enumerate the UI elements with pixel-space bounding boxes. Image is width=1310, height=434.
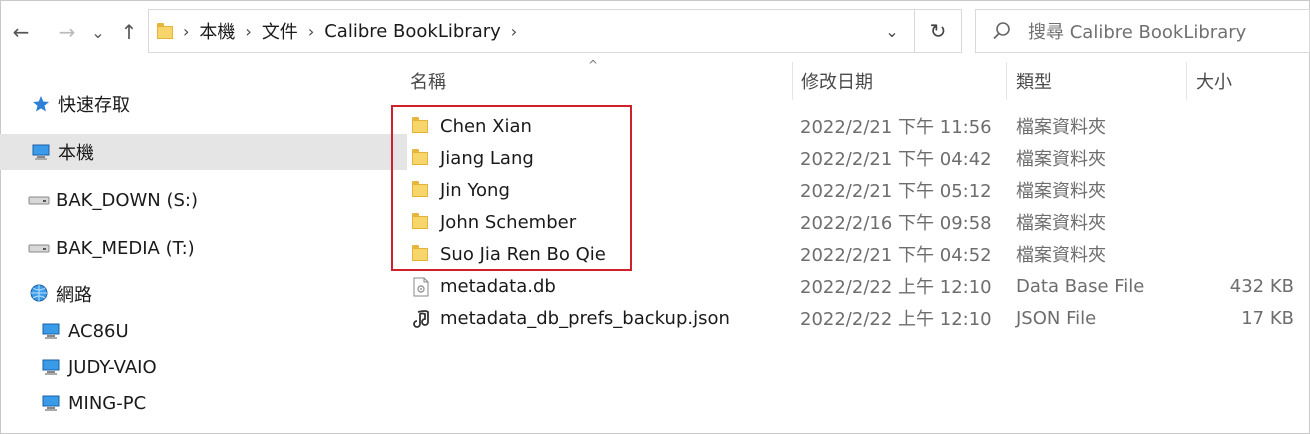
chevron-down-icon: ⌄ xyxy=(91,22,105,42)
folder-icon xyxy=(157,23,173,39)
file-row[interactable]: metadata.db 2022/2/22 上午 12:10 Data Base… xyxy=(400,270,1310,302)
sidebar-item-bak-media[interactable]: BAK_MEDIA (T:) xyxy=(0,230,405,266)
sidebar-item-judy-vaio[interactable]: JUDY-VAIO xyxy=(0,349,417,385)
column-divider[interactable] xyxy=(1186,62,1187,100)
breadcrumb-item-this-pc[interactable]: 本機 xyxy=(195,18,239,44)
column-header-size[interactable]: 大小 xyxy=(1196,62,1296,100)
file-date: 2022/2/22 上午 12:10 xyxy=(800,277,992,298)
computer-icon xyxy=(40,393,62,413)
breadcrumb-separator[interactable]: › xyxy=(239,22,257,41)
column-header-date[interactable]: 修改日期 xyxy=(801,62,1006,100)
file-name: metadata_db_prefs_backup.json xyxy=(440,307,730,329)
search-icon xyxy=(976,21,1028,41)
sidebar-item-label: BAK_MEDIA (T:) xyxy=(56,237,195,259)
computer-icon xyxy=(40,321,62,341)
breadcrumb-separator[interactable]: › xyxy=(505,22,523,41)
file-type: 檔案資料夾 xyxy=(1016,213,1106,234)
column-header-label: 名稱 xyxy=(410,72,446,93)
forward-button[interactable]: → xyxy=(52,14,82,50)
file-type: 檔案資料夾 xyxy=(1016,117,1106,138)
refresh-icon: ↻ xyxy=(929,19,947,43)
file-type: 檔案資料夾 xyxy=(1016,245,1106,266)
file-date: 2022/2/21 下午 05:12 xyxy=(800,181,992,202)
sidebar-item-quick-access[interactable]: 快速存取 xyxy=(0,86,407,122)
sidebar-item-label: JUDY-VAIO xyxy=(68,356,157,378)
breadcrumb-item-calibre-library[interactable]: Calibre BookLibrary xyxy=(320,21,505,42)
sidebar-item-network[interactable]: 網路 xyxy=(0,276,405,312)
file-date: 2022/2/21 下午 04:52 xyxy=(800,245,992,266)
file-size: 432 KB xyxy=(1229,275,1294,297)
address-dropdown-button[interactable]: ⌄ xyxy=(870,10,914,52)
back-arrow-icon: ← xyxy=(12,20,30,44)
file-row[interactable]: metadata_db_prefs_backup.json 2022/2/22 … xyxy=(400,302,1310,334)
file-name: metadata.db xyxy=(440,275,556,297)
network-icon xyxy=(28,284,50,304)
file-date: 2022/2/21 下午 11:56 xyxy=(800,117,992,138)
column-header-type[interactable]: 類型 xyxy=(1016,62,1186,100)
refresh-button[interactable]: ↻ xyxy=(914,10,961,52)
file-type: 檔案資料夾 xyxy=(1016,181,1106,202)
breadcrumb-item-documents[interactable]: 文件 xyxy=(258,18,302,44)
file-date: 2022/2/22 上午 12:10 xyxy=(800,309,992,330)
search-box[interactable]: 搜尋 Calibre BookLibrary xyxy=(975,9,1310,53)
database-file-icon xyxy=(412,277,432,297)
up-button[interactable]: ↑ xyxy=(114,14,144,50)
navigation-pane: 快速存取 本機 BAK_DOWN (S:) BAK_MEDIA (T:) 網路 … xyxy=(0,62,407,434)
star-icon xyxy=(30,94,52,114)
sidebar-item-label: 網路 xyxy=(56,285,92,306)
up-arrow-icon: ↑ xyxy=(120,20,138,44)
column-header-name[interactable]: 名稱 xyxy=(410,62,792,100)
column-divider[interactable] xyxy=(792,62,793,100)
json-file-icon xyxy=(412,309,432,328)
sidebar-item-bak-down[interactable]: BAK_DOWN (S:) xyxy=(0,182,405,218)
computer-icon xyxy=(30,142,52,162)
sidebar-item-label: 本機 xyxy=(58,143,94,164)
column-header-label: 修改日期 xyxy=(801,72,873,93)
drive-icon xyxy=(28,238,50,258)
breadcrumb-separator[interactable]: › xyxy=(177,22,195,41)
highlight-box xyxy=(391,105,632,271)
chevron-down-icon: ⌄ xyxy=(885,21,899,41)
file-type: 檔案資料夾 xyxy=(1016,149,1106,170)
sidebar-item-label: 快速存取 xyxy=(58,95,130,116)
breadcrumb-separator[interactable]: › xyxy=(302,22,320,41)
forward-arrow-icon: → xyxy=(58,20,76,44)
sidebar-item-ming-pc[interactable]: MING-PC xyxy=(0,385,417,421)
file-type: JSON File xyxy=(1016,307,1097,329)
sidebar-item-this-pc[interactable]: 本機 xyxy=(0,134,407,170)
sidebar-item-label: MING-PC xyxy=(68,392,147,414)
file-date: 2022/2/16 下午 09:58 xyxy=(800,213,992,234)
sidebar-item-label: BAK_DOWN (S:) xyxy=(56,189,199,211)
search-input[interactable]: 搜尋 Calibre BookLibrary xyxy=(1028,18,1246,44)
sidebar-item-ac86u[interactable]: AC86U xyxy=(0,313,417,349)
file-type: Data Base File xyxy=(1016,275,1145,297)
address-bar[interactable]: › 本機 › 文件 › Calibre BookLibrary › ⌄ ↻ xyxy=(148,9,962,53)
sidebar-item-label: AC86U xyxy=(68,320,129,342)
recent-locations-button[interactable]: ⌄ xyxy=(88,14,108,50)
file-date: 2022/2/21 下午 04:42 xyxy=(800,149,992,170)
computer-icon xyxy=(40,357,62,377)
column-divider[interactable] xyxy=(1006,62,1007,100)
column-header-label: 類型 xyxy=(1016,72,1052,93)
back-button[interactable]: ← xyxy=(6,14,36,50)
drive-icon xyxy=(28,190,50,210)
breadcrumb: › 本機 › 文件 › Calibre BookLibrary › xyxy=(149,10,870,52)
file-size: 17 KB xyxy=(1241,307,1294,329)
column-header-label: 大小 xyxy=(1196,72,1232,93)
